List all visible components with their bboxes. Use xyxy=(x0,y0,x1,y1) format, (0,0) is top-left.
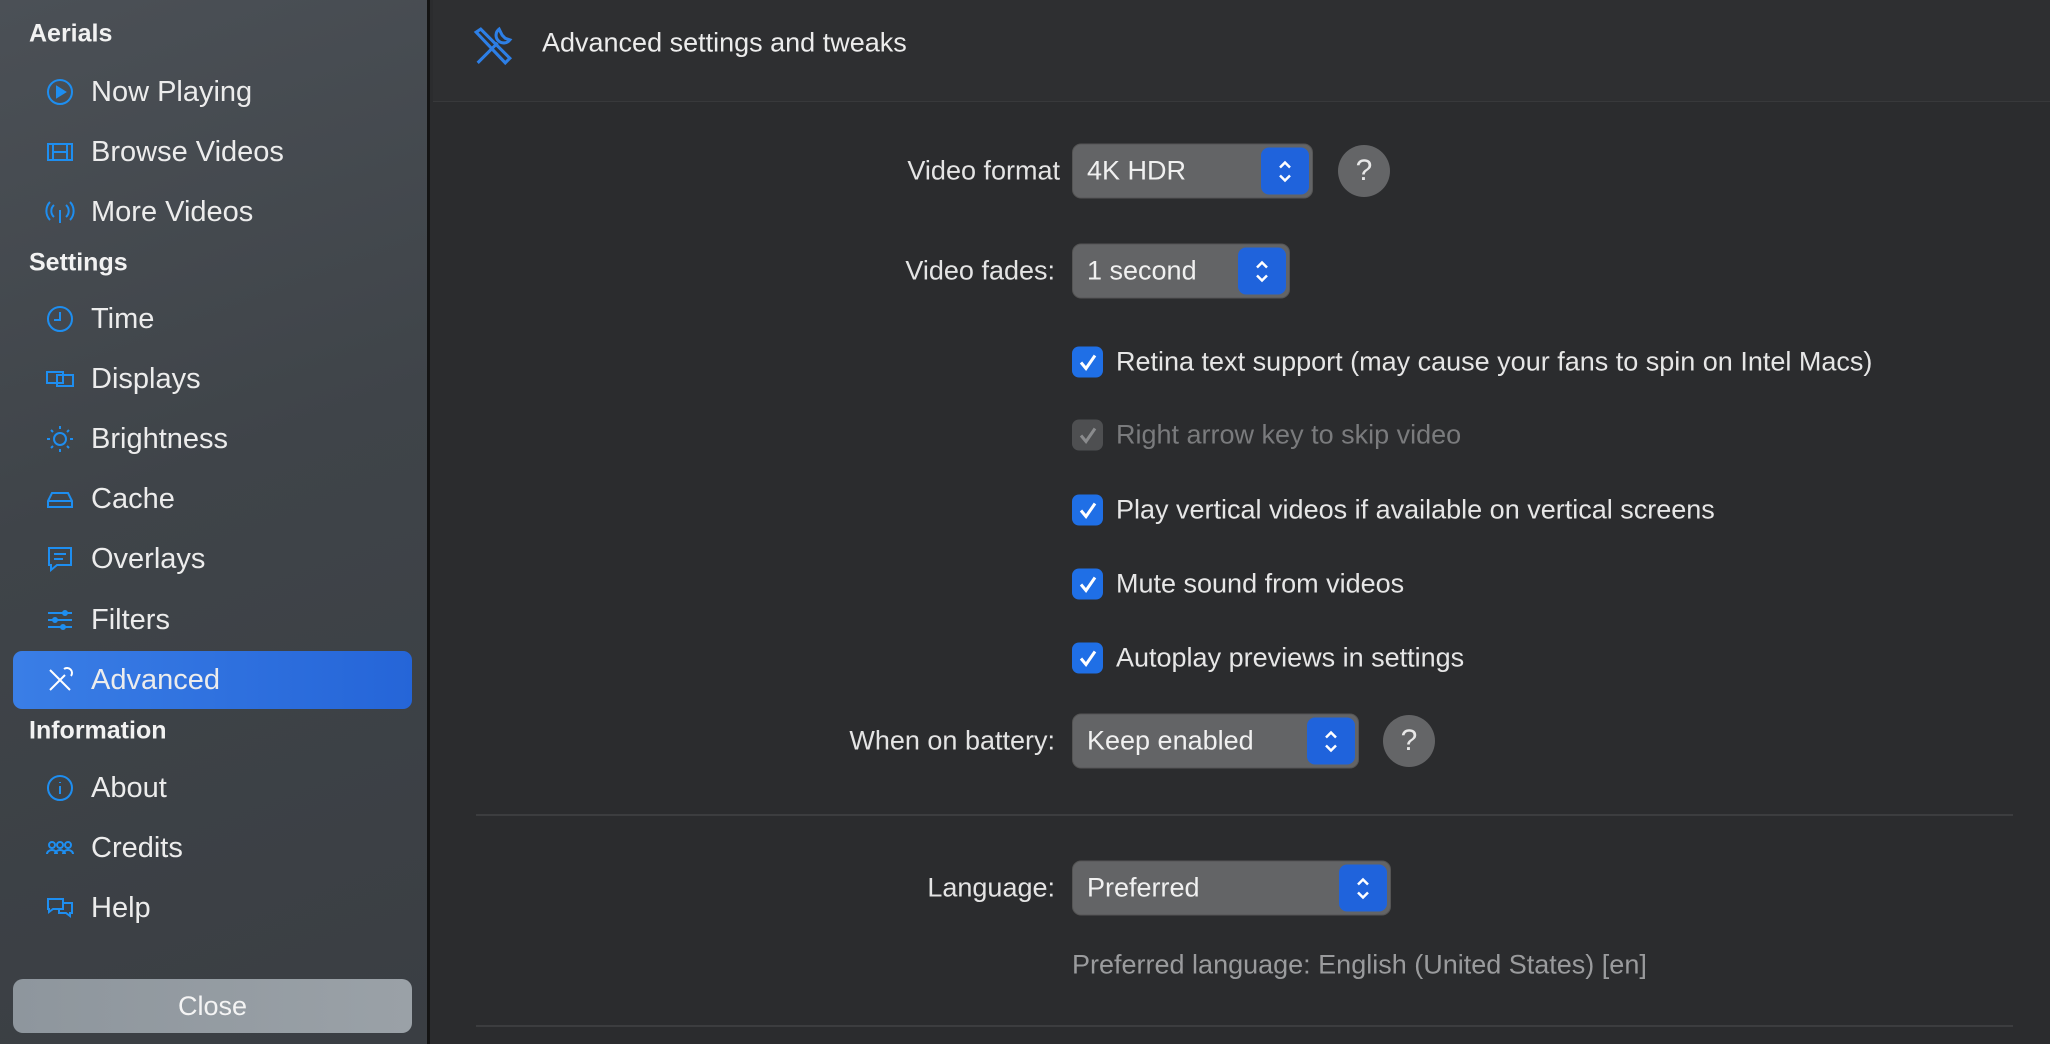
message-icon xyxy=(43,542,77,576)
sun-icon xyxy=(43,422,77,456)
retina-text-checkbox[interactable]: Retina text support (may cause your fans… xyxy=(1072,346,1873,378)
mute-sound-checkbox[interactable]: Mute sound from videos xyxy=(1072,568,1405,600)
video-format-label: Video format xyxy=(907,155,1060,186)
sidebar-item-label: Brightness xyxy=(91,422,229,455)
selected-value: Keep enabled xyxy=(1087,725,1254,756)
sidebar-item-label: Now Playing xyxy=(91,75,253,108)
chevron-up-down-icon xyxy=(1261,147,1309,195)
vertical-videos-checkbox[interactable]: Play vertical videos if available on ver… xyxy=(1072,494,1715,526)
info-icon xyxy=(43,771,77,805)
chevron-up-down-icon xyxy=(1238,247,1286,295)
tools-icon xyxy=(473,26,513,66)
selected-value: 4K HDR xyxy=(1087,155,1187,186)
sidebar-item-label: Overlays xyxy=(91,542,206,575)
antenna-icon xyxy=(43,195,77,229)
checkmark-icon xyxy=(1072,494,1103,526)
video-format-select[interactable]: 4K HDR xyxy=(1072,143,1313,199)
drive-icon xyxy=(43,482,77,516)
divider xyxy=(476,814,2013,816)
sidebar-item-brightness[interactable]: Brightness xyxy=(13,410,412,468)
checkmark-icon xyxy=(1072,346,1103,378)
checkbox-label: Retina text support (may cause your fans… xyxy=(1116,346,1873,377)
sidebar-item-label: About xyxy=(91,771,167,804)
play-circle-icon xyxy=(43,75,77,109)
checkmark-icon xyxy=(1072,642,1103,674)
sidebar-item-label: Browse Videos xyxy=(91,135,284,168)
battery-help-button[interactable]: ? xyxy=(1383,715,1435,767)
checkmark-icon xyxy=(1072,568,1103,600)
chevron-up-down-icon xyxy=(1339,864,1387,912)
selected-value: 1 second xyxy=(1087,255,1197,286)
sidebar-item-cache[interactable]: Cache xyxy=(13,470,412,528)
selected-value: Preferred xyxy=(1087,872,1200,903)
sidebar-item-label: Filters xyxy=(91,603,170,636)
sidebar-item-label: Time xyxy=(91,302,155,335)
sidebar-item-label: Advanced xyxy=(91,663,220,696)
sidebar-item-label: Displays xyxy=(91,362,201,395)
checkbox-label: Mute sound from videos xyxy=(1116,568,1405,599)
checkbox-label: Right arrow key to skip video xyxy=(1116,419,1462,450)
sidebar-item-credits[interactable]: Credits xyxy=(13,819,412,877)
sidebar-item-more-videos[interactable]: More Videos xyxy=(13,183,412,241)
people-icon xyxy=(43,831,77,865)
displays-icon xyxy=(43,362,77,396)
tools-icon xyxy=(43,663,77,697)
sliders-icon xyxy=(43,603,77,637)
sidebar-item-about[interactable]: About xyxy=(13,759,412,817)
video-fades-label: Video fades: xyxy=(905,255,1055,286)
film-icon xyxy=(43,135,77,169)
section-header-information: Information xyxy=(29,716,167,745)
checkbox-label: Play vertical videos if available on ver… xyxy=(1116,494,1715,525)
sidebar-item-displays[interactable]: Displays xyxy=(13,350,412,408)
clock-icon xyxy=(43,302,77,336)
battery-label: When on battery: xyxy=(849,725,1055,756)
sidebar: Aerials Now Playing Browse Videos More V… xyxy=(0,0,430,1044)
sidebar-item-now-playing[interactable]: Now Playing xyxy=(13,63,412,121)
section-header-settings: Settings xyxy=(29,248,128,277)
battery-select[interactable]: Keep enabled xyxy=(1072,713,1359,769)
sidebar-item-label: Credits xyxy=(91,831,183,864)
language-label: Language: xyxy=(927,872,1055,903)
sidebar-item-overlays[interactable]: Overlays xyxy=(13,530,412,588)
right-arrow-skip-checkbox: Right arrow key to skip video xyxy=(1072,419,1462,451)
preferred-language-note: Preferred language: English (United Stat… xyxy=(1072,949,1647,980)
video-fades-select[interactable]: 1 second xyxy=(1072,243,1290,299)
close-button[interactable]: Close xyxy=(13,979,412,1033)
autoplay-previews-checkbox[interactable]: Autoplay previews in settings xyxy=(1072,642,1465,674)
sidebar-item-browse-videos[interactable]: Browse Videos xyxy=(13,123,412,181)
sidebar-item-label: More Videos xyxy=(91,195,254,228)
sidebar-item-filters[interactable]: Filters xyxy=(13,591,412,649)
checkbox-label: Autoplay previews in settings xyxy=(1116,642,1465,673)
language-select[interactable]: Preferred xyxy=(1072,860,1391,916)
divider xyxy=(476,1025,2013,1027)
checkmark-icon xyxy=(1072,419,1103,451)
video-format-help-button[interactable]: ? xyxy=(1338,145,1390,197)
sidebar-item-help[interactable]: Help xyxy=(13,879,412,937)
section-header-aerials: Aerials xyxy=(29,19,113,48)
sidebar-item-label: Help xyxy=(91,891,151,924)
sidebar-item-advanced[interactable]: Advanced xyxy=(13,651,412,709)
sidebar-item-time[interactable]: Time xyxy=(13,290,412,348)
chat-bubbles-icon xyxy=(43,891,77,925)
sidebar-item-label: Cache xyxy=(91,482,175,515)
page-title: Advanced settings and tweaks xyxy=(542,27,907,58)
chevron-up-down-icon xyxy=(1307,717,1355,765)
